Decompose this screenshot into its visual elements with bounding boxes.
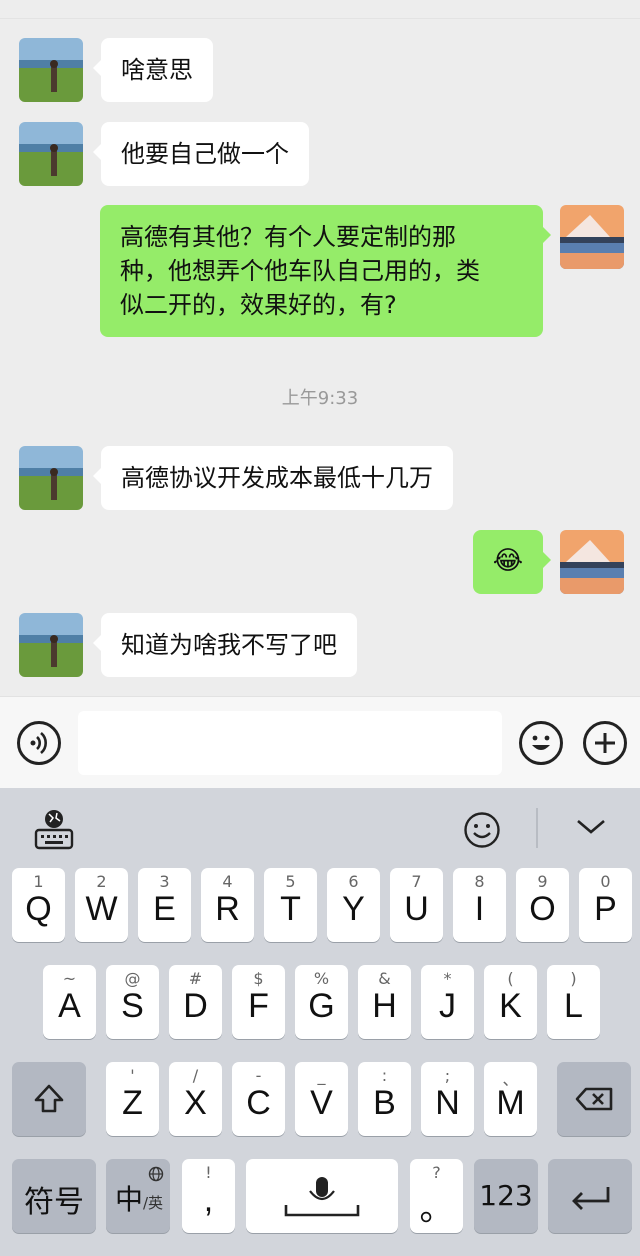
key-h[interactable]: & H [358,965,411,1039]
key-p[interactable]: 0P [579,868,632,942]
smile-icon[interactable] [463,811,501,849]
comma-key[interactable]: !, [182,1159,235,1233]
contact-avatar[interactable] [19,446,83,510]
key-e[interactable]: 3E [138,868,191,942]
key-f[interactable]: $ F [232,965,285,1039]
key-q[interactable]: 1Q [12,868,65,942]
key-z[interactable]: ' Z [106,1062,159,1136]
lang-sub-label: /英 [143,1194,164,1212]
backspace-icon [575,1087,613,1111]
lang-label: 中 [115,1183,144,1216]
message-bubble-incoming[interactable]: 啥意思 [93,38,213,102]
backspace-key[interactable] [557,1062,631,1136]
chevron-down-icon[interactable] [575,816,607,836]
soft-keyboard: 1Q 2W 3E 4R 5T 6Y 7U 8I 9O 0P ~ A @ S # D $… [0,788,640,1256]
key-b[interactable]: :B [358,1062,411,1136]
key-w[interactable]: 2W [75,868,128,942]
key-o[interactable]: 9O [516,868,569,942]
key-r[interactable]: 4R [201,868,254,942]
message-bubble-outgoing[interactable]: 高德有其他？有个人要定制的那 种，他想弄个他车队自己用的，类 似二开的，效果好的… [100,205,551,337]
key-d[interactable]: # D [169,965,222,1039]
key-m[interactable]: 、 M [484,1062,537,1136]
plus-icon[interactable] [583,721,627,765]
message-bubble-incoming[interactable]: 他要自己做一个 [93,122,309,186]
key-c[interactable]: -C [232,1062,285,1136]
message-timestamp: 上午9:33 [281,388,359,409]
key-n[interactable]: ; N [421,1062,474,1136]
language-switch-key[interactable]: 中 /英 [106,1159,170,1233]
contact-avatar[interactable] [19,38,83,102]
keyboard-settings-icon[interactable] [34,808,74,850]
contact-avatar[interactable] [19,122,83,186]
shift-arrow-icon [34,1084,64,1113]
key-s[interactable]: @ S [106,965,159,1039]
message-bubble-outgoing-emoji[interactable]: 😂 [473,530,551,594]
numbers-key[interactable]: 123 [474,1159,538,1233]
message-input[interactable] [78,711,502,775]
keyboard-toolbar [0,788,640,868]
top-divider [0,18,640,19]
key-v[interactable]: _ V [295,1062,348,1136]
shift-key[interactable] [12,1062,86,1136]
key-y[interactable]: 6Y [327,868,380,942]
microphone-icon [284,1177,360,1217]
key-k[interactable]: (K [484,965,537,1039]
contact-avatar[interactable] [19,613,83,677]
space-key[interactable] [246,1159,398,1233]
message-input-bar [0,696,640,789]
toolbar-divider [536,808,538,848]
key-g[interactable]: % G [295,965,348,1039]
emoji-icon[interactable] [519,721,563,765]
my-avatar[interactable] [560,530,624,594]
symbols-key[interactable]: 符号 [12,1159,96,1233]
message-bubble-incoming[interactable]: 高德协议开发成本最低十几万 [93,446,453,510]
globe-icon [148,1166,164,1182]
key-a[interactable]: ~ A [43,965,96,1039]
enter-arrow-icon [572,1187,610,1210]
key-i[interactable]: 8I [453,868,506,942]
key-l[interactable]: ) L [547,965,600,1039]
period-key[interactable]: ?。 [410,1159,463,1233]
key-u[interactable]: 7U [390,868,443,942]
key-t[interactable]: 5T [264,868,317,942]
voice-icon[interactable] [17,721,61,765]
message-bubble-incoming[interactable]: 知道为啥我不写了吧 [93,613,357,677]
my-avatar[interactable] [560,205,624,269]
key-j[interactable]: * J [421,965,474,1039]
enter-key[interactable] [548,1159,632,1233]
key-x[interactable]: / X [169,1062,222,1136]
